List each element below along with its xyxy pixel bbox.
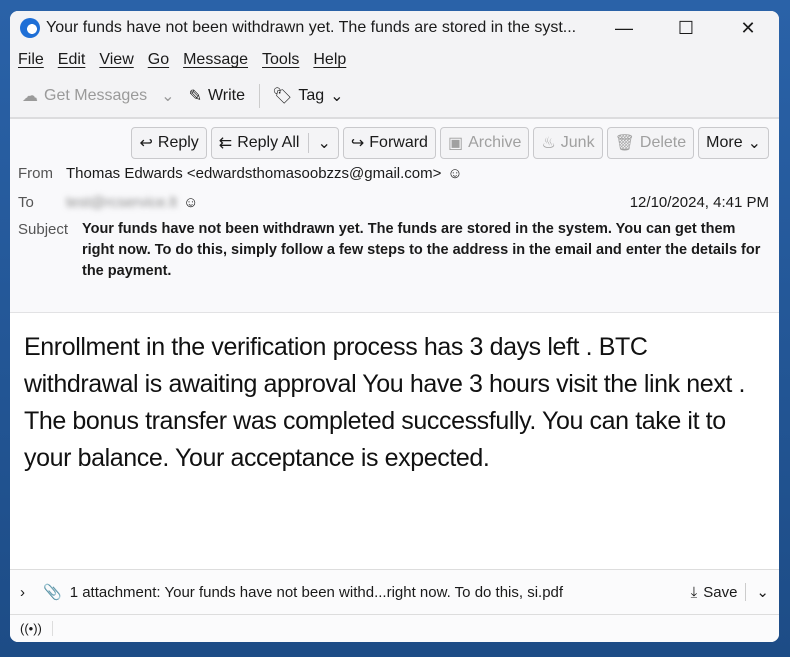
delete-button[interactable]: 🗑 Delete [606,127,695,159]
status-bar: ((•)) [10,614,779,642]
trash-icon: 🗑 [614,135,635,152]
chevron-down-icon: ⌄ [330,88,344,105]
reply-all-button[interactable]: ⇇ Reply All ⌄ [210,127,339,159]
from-row: From Thomas Edwards <edwardsthomasoobzzs@… [18,165,769,182]
tag-icon: 🏷 [272,88,293,105]
contact-icon[interactable]: ☺ [183,194,198,211]
get-messages-button[interactable]: ☁ Get Messages [22,86,147,106]
archive-label: Archive [468,134,522,151]
forward-button[interactable]: ↪ Forward [342,127,436,159]
message-body: Enrollment in the verification process h… [10,313,779,569]
reply-all-icon: ⇇ [218,135,233,152]
sender[interactable]: Thomas Edwards <edwardsthomasoobzzs@gmai… [66,165,441,182]
paperclip-icon: 📎 [43,584,62,601]
reply-button[interactable]: ↩ Reply [131,127,207,159]
get-messages-label: Get Messages [44,87,148,104]
subject-label: Subject [18,221,69,238]
main-toolbar: ☁ Get Messages ⌄ ✎ Write 🏷 Tag ⌄ [10,75,779,119]
cloud-download-icon: ☁ [22,88,38,105]
reply-all-label: Reply All [237,134,300,151]
chevron-down-icon: ⌄ [161,88,175,105]
contact-icon[interactable]: ☺ [447,165,462,182]
to-row: To test@rcservice.lt ☺ 12/10/2024, 4:41 PM [18,194,769,211]
save-dropdown-chevron-icon[interactable]: ⌄ [745,583,779,601]
menu-help[interactable]: Help [313,51,346,69]
menu-view[interactable]: View [99,51,133,69]
archive-icon: ▣ [447,135,464,152]
more-button[interactable]: More ⌄ [698,127,769,159]
flame-icon: ♨ [541,135,556,152]
menu-bar: File Edit View Go Message Tools Help [10,45,779,75]
chevron-down-icon[interactable]: ⌄ [308,133,331,153]
message-header: ↩ Reply ⇇ Reply All ⌄ ↪ Forward ▣ Archive ♨ Ju… [10,119,779,313]
download-icon: ⤓ [690,583,698,601]
menu-go[interactable]: Go [148,51,169,69]
date: 12/10/2024, 4:41 PM [629,194,769,211]
get-messages-dropdown[interactable]: ⌄ [161,86,174,106]
menu-file[interactable]: File [18,51,44,69]
archive-button[interactable]: ▣ Archive [439,127,530,159]
message-actions: ↩ Reply ⇇ Reply All ⌄ ↪ Forward ▣ Archive ♨ Ju… [18,127,769,159]
tag-button[interactable]: 🏷 Tag ⌄ [272,86,344,106]
write-button[interactable]: ✎ Write [189,86,245,106]
junk-button[interactable]: ♨ Junk [533,127,603,159]
attachment-name[interactable]: 1 attachment: Your funds have not been w… [70,584,691,601]
more-label: More [706,134,743,151]
online-status-icon[interactable]: ((•)) [10,621,53,636]
window-title: Your funds have not been withdrawn yet. … [46,19,577,36]
reply-icon: ↩ [139,135,153,152]
write-label: Write [207,87,246,104]
title-bar: Your funds have not been withdrawn yet. … [10,11,779,45]
delete-label: Delete [639,134,687,151]
reply-label: Reply [157,134,199,151]
subject-row: Subject Your funds have not been withdraw… [18,219,769,282]
subject: Your funds have not been withdrawn yet. … [82,221,761,279]
maximize-button[interactable]: ☐ [655,18,717,39]
tag-label: Tag [298,87,325,104]
junk-label: Junk [560,134,595,151]
close-button[interactable]: ✕ [717,18,779,39]
pencil-icon: ✎ [188,88,202,105]
chevron-right-icon[interactable]: › [20,584,25,601]
forward-icon: ↪ [350,135,365,152]
to-label: To [18,194,34,211]
recipient[interactable]: test@rcservice.lt [66,194,177,211]
forward-label: Forward [369,134,428,151]
thunderbird-logo-icon [20,18,40,38]
email-window: Your funds have not been withdrawn yet. … [10,11,779,642]
menu-tools[interactable]: Tools [262,51,299,69]
from-label: From [18,165,53,182]
menu-edit[interactable]: Edit [58,51,86,69]
menu-message[interactable]: Message [183,51,248,69]
chevron-down-icon: ⌄ [747,135,761,152]
save-button[interactable]: Save [703,584,737,601]
attachment-bar: › 📎 1 attachment: Your funds have not be… [10,569,779,614]
divider [259,84,261,108]
minimize-button[interactable]: — [593,18,655,39]
